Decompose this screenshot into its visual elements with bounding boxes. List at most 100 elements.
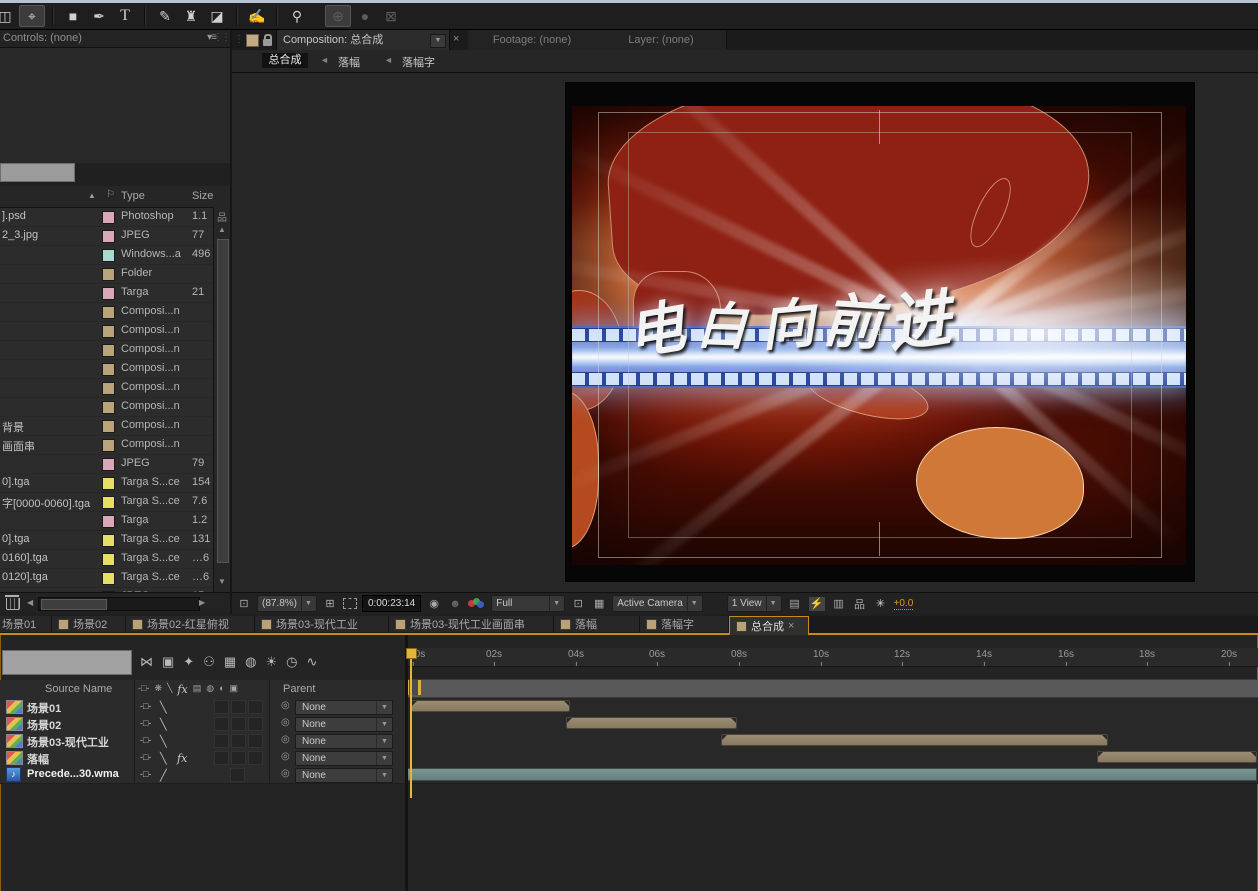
trash-icon[interactable] — [6, 598, 20, 610]
project-item[interactable]: Folder — [0, 264, 213, 284]
project-item[interactable]: 0120].tgaTarga S...ce…6 — [0, 568, 213, 588]
lock-icon[interactable] — [263, 39, 272, 46]
view-axis-mode-icon[interactable]: ⊠ — [379, 6, 403, 26]
project-item[interactable]: Targa21 — [0, 283, 213, 303]
project-flowchart-icon[interactable]: 品 — [214, 209, 230, 224]
label-swatch[interactable] — [102, 325, 115, 338]
shy-toggle[interactable]: -□- — [140, 735, 151, 745]
effect-controls-header[interactable]: Controls: (none) ▾≡ ⋮⋮ — [0, 30, 230, 48]
quality-toggle[interactable]: ╲ — [160, 752, 167, 765]
project-columns-header[interactable]: ▲ ⚐ Type Size — [0, 186, 230, 208]
label-swatch[interactable] — [102, 344, 115, 357]
tab-main-comp[interactable]: 总合成× — [729, 616, 809, 635]
work-area-bar[interactable] — [406, 679, 1258, 698]
project-item[interactable]: Composi...n — [0, 302, 213, 322]
project-item[interactable]: Composi...n — [0, 340, 213, 360]
layer-name[interactable]: 场景01 — [27, 700, 61, 716]
column-source-name[interactable]: Source Name — [45, 683, 112, 695]
comp-color-swatch[interactable] — [246, 34, 259, 47]
label-swatch[interactable] — [102, 287, 115, 300]
label-swatch[interactable] — [102, 458, 115, 471]
project-item[interactable]: 画面串Composi...n — [0, 435, 213, 455]
layer-name[interactable]: 场景02 — [27, 717, 61, 733]
snapshot-icon[interactable]: ◉ — [426, 597, 442, 610]
layer-switch-cells[interactable] — [214, 717, 263, 731]
shy-toggle[interactable]: -□- — [140, 718, 151, 728]
label-swatch[interactable] — [102, 401, 115, 414]
parent-pickwhip-icon[interactable]: ◎ — [281, 751, 290, 762]
tab-scene01[interactable]: 场景01 — [0, 616, 52, 632]
label-swatch[interactable] — [102, 515, 115, 528]
roto-brush-tool-icon[interactable]: ✍ — [245, 6, 269, 26]
unified-camera-tool-icon[interactable]: ⌖ — [19, 5, 45, 27]
view-layout-dropdown[interactable]: 1 View▼ — [727, 595, 782, 612]
show-snapshot-icon[interactable]: ☻ — [447, 598, 463, 610]
project-item[interactable]: JPEG79 — [0, 454, 213, 474]
label-swatch[interactable] — [102, 230, 115, 243]
timeline-graph-icon[interactable]: ▥ — [831, 597, 847, 610]
scroll-up-icon[interactable]: ▲ — [214, 225, 230, 234]
label-swatch[interactable] — [102, 553, 115, 566]
composition-canvas[interactable]: 电白向前进 — [565, 82, 1195, 582]
shy-toggle[interactable]: -□- — [140, 752, 151, 762]
project-item[interactable]: 2_3.jpgJPEG77 — [0, 226, 213, 246]
scroll-down-icon[interactable]: ▼ — [214, 577, 230, 586]
scroll-right-icon[interactable]: ▶ — [199, 598, 205, 607]
motion-blur-column-icon[interactable]: ◍ — [206, 683, 214, 696]
layer-bar-scene02[interactable] — [566, 717, 737, 729]
puppet-pin-tool-icon[interactable]: ⚲ — [285, 6, 309, 26]
project-item[interactable]: 0160].tgaTarga S...ce…6 — [0, 549, 213, 569]
pen-tool-icon[interactable]: ✒ — [87, 6, 111, 26]
camera-tool-icon[interactable]: ◫ — [0, 6, 17, 26]
exposure-reset-icon[interactable]: ✳ — [873, 597, 889, 610]
tab-luofuzi[interactable]: 落幅字 — [640, 616, 729, 632]
share-view-icon[interactable]: ▤ — [787, 597, 803, 610]
project-item[interactable]: Composi...n — [0, 397, 213, 417]
tab-layer[interactable]: Layer: (none) — [596, 30, 727, 50]
tab-footage[interactable]: Footage: (none) — [468, 30, 597, 50]
fast-preview-icon[interactable]: ⚡ — [808, 596, 826, 612]
label-swatch[interactable] — [102, 306, 115, 319]
type-tool-icon[interactable]: T — [113, 6, 137, 26]
column-size[interactable]: Size — [192, 190, 213, 202]
label-swatch[interactable] — [102, 534, 115, 547]
tab-scene02[interactable]: 场景02 — [52, 616, 126, 632]
project-item[interactable]: Windows...a496 — [0, 245, 213, 265]
layer-name[interactable]: 场景03-现代工业 — [27, 734, 109, 750]
scroll-thumb[interactable] — [217, 239, 229, 563]
project-item[interactable]: Composi...n — [0, 321, 213, 341]
parent-dropdown[interactable]: None▼ — [295, 734, 393, 749]
label-swatch[interactable] — [102, 420, 115, 433]
tab-scene03-industry-series[interactable]: 场景03-现代工业画面串 — [389, 616, 554, 632]
fx-column-icon[interactable]: fx — [177, 683, 187, 696]
timeline-gray-field[interactable] — [2, 650, 132, 675]
label-swatch[interactable] — [102, 211, 115, 224]
tab-scene03-industry[interactable]: 场景03-现代工业 — [255, 616, 389, 632]
layer-name[interactable]: Precede...30.wma — [27, 768, 119, 780]
layer-switch-cells[interactable] — [214, 700, 263, 714]
column-parent[interactable]: Parent — [283, 683, 315, 695]
column-type[interactable]: Type — [121, 190, 145, 202]
timeline-pane-divider[interactable] — [405, 635, 408, 891]
panel-grip-icon[interactable]: ⋮⋮ — [213, 32, 229, 43]
project-item[interactable]: 背景Composi...n — [0, 416, 213, 436]
quality-toggle[interactable]: ╲ — [160, 701, 167, 714]
transparency-grid-icon[interactable]: ▦ — [591, 597, 607, 610]
label-swatch[interactable] — [102, 268, 115, 281]
label-swatch[interactable] — [102, 439, 115, 452]
label-swatch[interactable] — [102, 249, 115, 262]
layer-row-scene02[interactable]: 场景02 -□- ╲ ◎ None▼ — [0, 715, 405, 733]
breadcrumb-mid[interactable]: 落幅 — [338, 54, 360, 70]
label-swatch[interactable] — [102, 572, 115, 585]
work-area-start-handle[interactable] — [406, 680, 421, 695]
parent-dropdown[interactable]: None▼ — [295, 768, 393, 783]
fx-badge[interactable]: fx — [177, 752, 187, 765]
flowchart-view-icon[interactable]: ⊡ — [236, 597, 252, 610]
label-tag-icon[interactable]: ⚐ — [106, 189, 115, 200]
graph-editor-icon[interactable]: ∿ — [307, 654, 318, 670]
layer-switch-cells[interactable] — [214, 751, 263, 765]
tab-luofu[interactable]: 落幅 — [554, 616, 640, 632]
target-region-icon[interactable]: ⊡ — [570, 597, 586, 610]
region-of-interest-icon[interactable] — [343, 598, 357, 609]
scroll-thumb[interactable] — [41, 599, 107, 610]
